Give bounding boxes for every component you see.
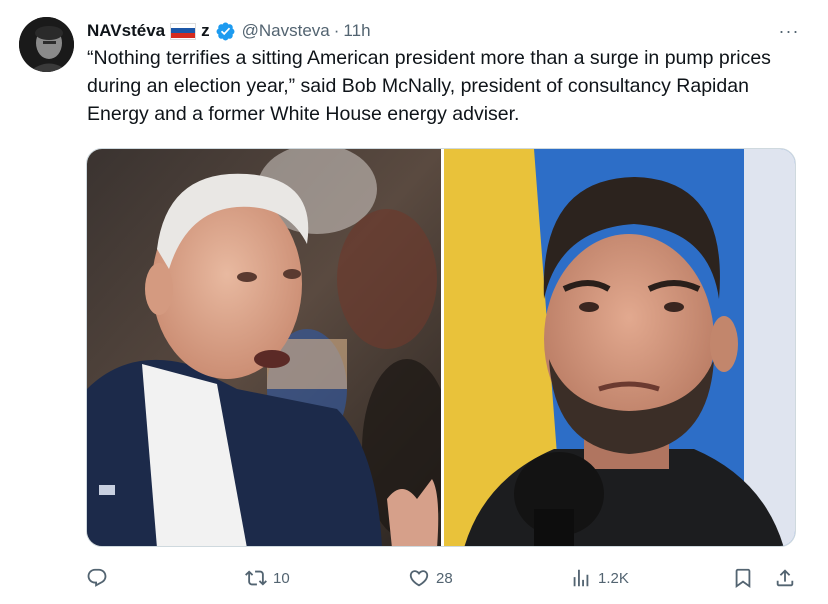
retweet-button[interactable]: 10 xyxy=(245,562,290,594)
reply-icon xyxy=(87,568,107,587)
verified-badge-icon xyxy=(215,21,236,42)
retweet-icon xyxy=(245,570,267,586)
like-button[interactable]: 28 xyxy=(408,562,453,594)
more-options-button[interactable]: ··· xyxy=(774,18,804,44)
display-name[interactable]: NAVstéva xyxy=(87,21,165,41)
views-count: 1.2K xyxy=(598,569,629,587)
share-button[interactable] xyxy=(774,562,796,594)
views-icon xyxy=(573,569,589,587)
bookmark-icon xyxy=(735,568,751,589)
tweet-text: “Nothing terrifies a sitting American pr… xyxy=(87,47,771,125)
separator-dot: · xyxy=(333,21,340,40)
like-count: 28 xyxy=(436,569,453,587)
views-button[interactable]: 1.2K xyxy=(570,562,629,594)
heart-icon xyxy=(409,570,429,587)
photo-right[interactable] xyxy=(444,149,795,546)
share-icon xyxy=(776,569,794,587)
photo-left[interactable] xyxy=(87,149,441,546)
tweet-action-bar: 10 28 1.2K xyxy=(86,562,802,594)
avatar[interactable] xyxy=(19,17,74,72)
user-handle[interactable]: @Navsteva xyxy=(242,21,330,41)
bookmark-button[interactable] xyxy=(732,562,754,594)
reply-button[interactable] xyxy=(86,562,114,594)
tweet-timestamp[interactable]: 11h xyxy=(343,21,370,41)
avatar-image xyxy=(19,17,74,72)
biden-photo-image xyxy=(87,149,441,546)
display-name-suffix[interactable]: z xyxy=(201,21,210,41)
retweet-count: 10 xyxy=(273,569,290,587)
russian-flag-icon xyxy=(170,22,197,40)
zelensky-photo-image xyxy=(444,149,795,546)
tweet-header: NAVstéva z @Navsteva · 11h ··· xyxy=(87,18,808,44)
tweet-media[interactable] xyxy=(86,148,796,547)
